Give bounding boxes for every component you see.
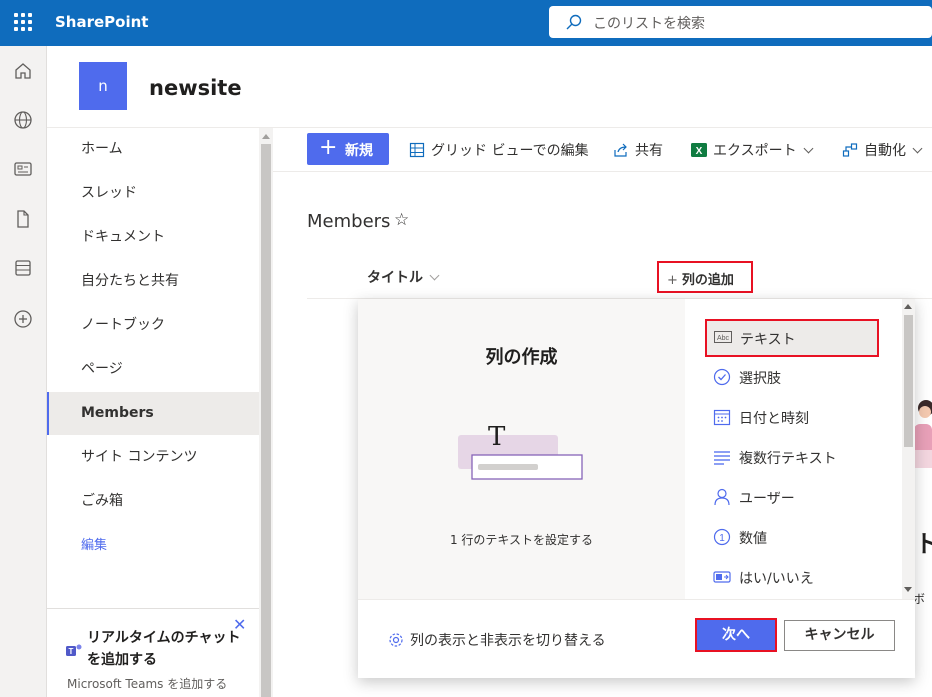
automate-icon (842, 143, 858, 157)
teams-icon: T (66, 644, 82, 656)
plus-icon: + (319, 135, 338, 160)
background-text: ボタ (913, 592, 926, 606)
share-icon (614, 143, 627, 157)
multiline-text-icon (714, 451, 730, 465)
panel-footer: 列の表示と非表示を切り替える 次へ キャンセル (358, 599, 915, 678)
nav-scrollbar[interactable] (259, 128, 273, 697)
column-type-label: はい/いいえ (739, 571, 814, 587)
app-name[interactable]: SharePoint (55, 13, 148, 31)
column-type-label: 数値 (739, 531, 767, 547)
add-column-label: 列の追加 (681, 273, 734, 288)
svg-text:X: X (696, 146, 703, 157)
site-logo[interactable]: n (79, 62, 127, 110)
scroll-thumb[interactable] (904, 315, 913, 447)
svg-text:1: 1 (719, 533, 725, 544)
app-launcher-icon[interactable] (14, 13, 32, 31)
toggle-columns-link[interactable]: 列の表示と非表示を切り替える (388, 630, 606, 650)
column-type-label: ユーザー (739, 491, 795, 507)
chevron-down-icon (912, 143, 923, 154)
svg-text:Abc: Abc (717, 335, 730, 342)
site-title[interactable]: newsite (149, 76, 242, 100)
nav-item-shared-with-us[interactable]: 自分たちと共有 (47, 260, 259, 303)
list-icon[interactable] (12, 257, 34, 279)
chevron-down-icon (429, 270, 440, 281)
nav-item-pages[interactable]: ページ (47, 348, 259, 391)
excel-icon: X (691, 143, 707, 157)
create-icon[interactable] (12, 308, 34, 330)
nav-item-documents[interactable]: ドキュメント (47, 216, 259, 259)
nav-edit-link[interactable]: 編集 (47, 524, 259, 567)
automate-button[interactable]: 自動化 (842, 140, 923, 160)
calendar-icon (713, 409, 731, 426)
search-box[interactable]: このリストを検索 (549, 6, 932, 38)
export-button[interactable]: X エクスポート (691, 140, 814, 160)
news-icon[interactable] (12, 158, 34, 180)
grid-edit-label: グリッド ビューでの編集 (431, 143, 589, 159)
new-button[interactable]: + 新規 (307, 133, 389, 165)
favorite-star-icon[interactable]: ☆ (394, 210, 409, 230)
column-type-label: 複数行テキスト (739, 451, 837, 467)
column-type-list: Abc テキスト 選択肢 日付と時刻 複数行テキスト ユーザー 1 数値 はい/… (685, 299, 902, 599)
scroll-up-arrow-icon[interactable] (262, 134, 270, 139)
number-icon: 1 (713, 528, 731, 546)
yes-no-icon (713, 571, 731, 583)
text-column-illustration: T (458, 422, 583, 480)
scroll-up-arrow-icon[interactable] (904, 304, 912, 309)
teams-promo-card: ✕ T リアルタイムのチャットを追加する Microsoft Teams を追加… (47, 608, 259, 697)
nav-item-members[interactable]: Members (47, 392, 259, 435)
nav-item-threads[interactable]: スレッド (47, 172, 259, 215)
nav-item-site-contents[interactable]: サイト コンテンツ (47, 436, 259, 479)
suite-bar: SharePoint このリストを検索 (0, 0, 932, 46)
person-icon (714, 488, 730, 506)
add-column-button[interactable]: + 列の追加 (657, 261, 753, 293)
column-type-label: 日付と時刻 (739, 411, 809, 427)
home-icon[interactable] (12, 60, 34, 82)
globe-icon[interactable] (12, 109, 34, 131)
panel-heading: 列の作成 (485, 347, 558, 368)
nav-item-recycle-bin[interactable]: ごみ箱 (47, 480, 259, 523)
panel-description: 1 行のテキストを設定する (449, 533, 594, 547)
next-button[interactable]: 次へ (695, 618, 777, 652)
column-preview: 列の作成 T 1 行のテキストを設定する (358, 299, 685, 599)
column-type-label: 選択肢 (739, 371, 781, 387)
new-button-label: 新規 (345, 143, 373, 159)
column-type-label: テキスト (740, 332, 796, 348)
nav-item-home[interactable]: ホーム (47, 128, 259, 171)
type-list-scrollbar[interactable] (902, 299, 915, 599)
share-button[interactable]: 共有 (613, 140, 663, 160)
text-abc-icon: Abc (714, 331, 732, 343)
plus-icon: + (667, 273, 678, 288)
create-column-panel: 列の作成 T 1 行のテキストを設定する Abc テキスト 選択肢 日付と時刻 … (358, 299, 915, 678)
command-bar: + 新規 グリッド ビューでの編集 共有 X エクスポート 自動化 (273, 128, 932, 172)
search-icon (566, 14, 582, 30)
export-label: エクスポート (713, 143, 797, 159)
column-title-label: タイトル (367, 270, 423, 286)
toggle-columns-label: 列の表示と非表示を切り替える (410, 633, 606, 649)
scroll-thumb[interactable] (261, 144, 271, 697)
scroll-down-arrow-icon[interactable] (904, 587, 912, 592)
gear-icon (389, 633, 403, 647)
chevron-down-icon (803, 143, 814, 154)
svg-text:T: T (69, 647, 74, 656)
promo-subtitle[interactable]: Microsoft Teams を追加する (67, 675, 227, 692)
background-heading: ト (915, 530, 932, 558)
promo-title[interactable]: リアルタイムのチャットを追加する (87, 627, 247, 671)
nav-item-notebook[interactable]: ノートブック (47, 304, 259, 347)
svg-text:T: T (488, 422, 506, 452)
file-icon[interactable] (12, 208, 34, 230)
grid-edit-button[interactable]: グリッド ビューでの編集 (409, 140, 589, 160)
app-bar (0, 46, 47, 697)
column-type-text[interactable]: Abc テキスト (705, 319, 879, 357)
grid-icon (409, 142, 425, 158)
list-title: Members (307, 211, 391, 232)
share-label: 共有 (635, 143, 663, 159)
search-placeholder: このリストを検索 (593, 16, 705, 32)
choice-check-icon (713, 368, 731, 386)
cancel-button[interactable]: キャンセル (784, 620, 895, 651)
column-header-title[interactable]: タイトル (367, 267, 440, 287)
automate-label: 自動化 (864, 143, 906, 159)
